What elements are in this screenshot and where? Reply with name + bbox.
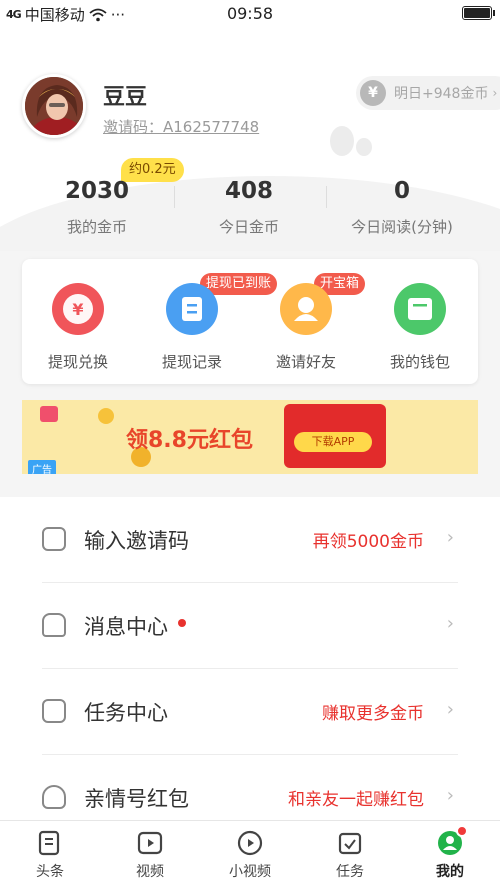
wallet-icon	[394, 283, 446, 335]
tomorrow-coins-pill[interactable]: ¥ 明日+948金币 ›	[356, 76, 500, 110]
svg-text:¥: ¥	[72, 300, 83, 319]
task-list-icon	[42, 699, 66, 723]
divider	[174, 186, 175, 208]
video-icon	[136, 829, 164, 857]
profile-icon	[436, 825, 468, 857]
action-label: 我的钱包	[389, 353, 450, 371]
divider	[326, 186, 327, 208]
action-withdraw[interactable]: ¥ 提现兑换	[28, 283, 128, 372]
stat-value: 408	[224, 178, 273, 204]
stat-my-coins[interactable]: 2030 我的金币	[47, 178, 147, 237]
message-icon	[42, 613, 66, 637]
action-label: 提现记录	[161, 353, 222, 371]
unread-dot	[178, 619, 186, 627]
notification-dot	[456, 825, 468, 837]
avatar-image	[25, 77, 83, 135]
stat-label: 我的金币	[66, 218, 127, 236]
profile-header: 豆豆 邀请码：A162577748 ¥ 明日+948金币 › 约0.2元 203…	[0, 26, 500, 251]
list-item-label: 任务中心	[84, 701, 168, 725]
action-invite-friends[interactable]: 开宝箱 邀请好友	[256, 273, 366, 372]
stat-value: 0	[393, 178, 410, 204]
news-icon	[36, 829, 64, 857]
list-item-label: 消息中心	[84, 615, 168, 639]
list-item-invite-code[interactable]: 输入邀请码 再领5000金币 ›	[42, 497, 458, 583]
stat-today-coins[interactable]: 408 今日金币	[199, 178, 299, 237]
menu-list: 输入邀请码 再领5000金币 › 消息中心 › 任务中心 赚取更多金币 › 亲情…	[0, 497, 500, 820]
status-bar: 4G 中国移动 ··· 09:58	[0, 0, 500, 26]
quick-actions-card: ¥ 提现兑换 提现已到账 提现记录 开宝箱 邀请好友 我的钱包	[22, 259, 478, 384]
status-time: 09:58	[226, 4, 274, 23]
short-video-icon	[236, 829, 264, 857]
friend-icon	[280, 283, 332, 335]
bottom-tab-bar: 头条 视频 小视频 任务 我的	[0, 820, 500, 889]
invite-code-icon	[42, 527, 66, 551]
list-item-task-center[interactable]: 任务中心 赚取更多金币 ›	[42, 669, 458, 755]
tab-label: 我的	[436, 864, 464, 880]
heart-icon	[42, 785, 66, 809]
tab-mine[interactable]: 我的	[400, 825, 500, 881]
tab-tasks[interactable]: 任务	[300, 829, 400, 881]
chevron-right-icon: ›	[446, 785, 454, 806]
ad-title: 领8.8元红包	[126, 428, 253, 453]
tab-video[interactable]: 视频	[100, 829, 200, 881]
action-withdraw-records[interactable]: 提现已到账 提现记录	[142, 273, 278, 372]
coin-icon	[98, 408, 114, 424]
list-item-hint: 再领5000金币	[312, 532, 424, 552]
invite-code[interactable]: 邀请码：A162577748	[103, 116, 259, 137]
tab-label: 小视频	[229, 864, 271, 880]
tab-label: 任务	[336, 864, 364, 880]
username: 豆豆	[103, 85, 148, 110]
background-tree	[356, 138, 372, 156]
chevron-right-icon: ›	[446, 527, 454, 548]
ad-label: 广告	[28, 460, 56, 474]
yen-circle-icon: ¥	[52, 283, 104, 335]
record-icon	[166, 283, 218, 335]
avatar[interactable]	[22, 74, 86, 138]
list-item-label: 亲情号红包	[84, 787, 189, 811]
background-tree	[330, 126, 354, 156]
tab-short-video[interactable]: 小视频	[200, 829, 300, 881]
list-item-messages[interactable]: 消息中心 ›	[42, 583, 458, 669]
action-my-wallet[interactable]: 我的钱包	[370, 283, 470, 372]
calendar-check-icon	[336, 829, 364, 857]
list-item-label: 输入邀请码	[84, 529, 189, 553]
tomorrow-coins-label: 明日+948金币	[394, 86, 489, 102]
stat-label: 今日阅读(分钟)	[351, 218, 453, 236]
tab-label: 视频	[136, 864, 164, 880]
stat-today-reading[interactable]: 0 今日阅读(分钟)	[337, 178, 467, 237]
chevron-right-icon: ›	[446, 613, 454, 634]
action-label: 邀请好友	[275, 353, 336, 371]
battery-icon	[462, 6, 495, 20]
stat-label: 今日金币	[218, 218, 279, 236]
tab-headlines[interactable]: 头条	[0, 829, 100, 881]
chevron-right-icon: ›	[446, 699, 454, 720]
ad-banner[interactable]: 领8.8元红包 下载APP 广告	[22, 400, 478, 474]
action-label: 提现兑换	[47, 353, 108, 371]
yen-icon: ¥	[360, 80, 386, 106]
list-item-hint: 赚取更多金币	[322, 704, 424, 724]
app-logo-icon	[40, 406, 58, 422]
tab-label: 头条	[36, 864, 64, 880]
chevron-right-icon: ›	[492, 86, 498, 100]
list-item-hint: 和亲友一起赚红包	[288, 790, 424, 810]
download-app-button[interactable]: 下载APP	[294, 432, 372, 452]
stat-value: 2030	[64, 178, 129, 204]
